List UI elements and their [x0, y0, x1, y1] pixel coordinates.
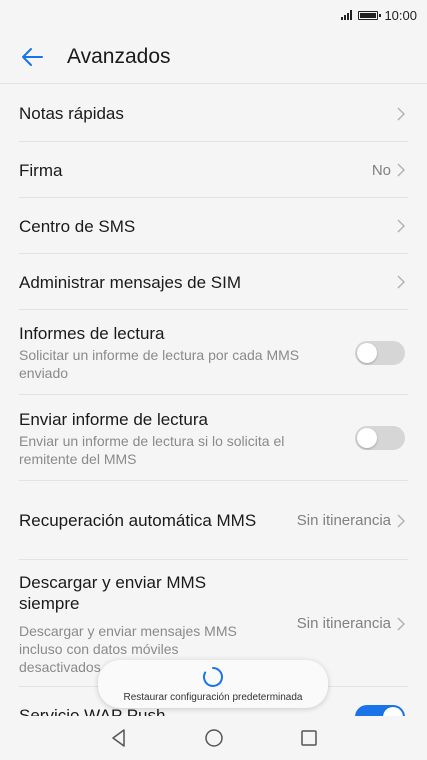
chevron-right-icon: [397, 275, 405, 289]
setting-title: Centro de SMS: [19, 216, 136, 236]
chevron-right-icon: [397, 514, 405, 527]
setting-recuperacion-mms[interactable]: Recuperación automática MMS Sin itineran…: [0, 481, 427, 560]
informes-lectura-toggle[interactable]: [355, 340, 405, 365]
setting-enviar-informe[interactable]: Enviar informe de lectura Enviar un info…: [0, 395, 427, 481]
setting-value: Sin itinerancia: [296, 512, 391, 529]
navigation-bar: [0, 716, 427, 760]
setting-title: Descargar y enviar MMS siempre: [19, 572, 207, 613]
chevron-right-icon: [397, 107, 405, 120]
arrow-left-icon[interactable]: [20, 45, 44, 69]
settings-list: Notas rápidas Firma No Centro de SMS Adm…: [0, 85, 427, 747]
setting-title: Enviar informe de lectura: [19, 409, 208, 429]
page-title: Avanzados: [67, 44, 171, 68]
setting-centro-sms[interactable]: Centro de SMS: [0, 198, 427, 254]
status-bar: 10:00: [0, 0, 427, 30]
chevron-right-icon: [397, 219, 405, 233]
screen: 10:00 Avanzados Notas rápidas Firma No C…: [0, 0, 427, 760]
setting-subtitle: Enviar un informe de lectura si lo solic…: [19, 432, 285, 467]
setting-informes-lectura[interactable]: Informes de lectura Solicitar un informe…: [0, 310, 427, 395]
setting-value: No: [371, 161, 391, 179]
signal-icon: [341, 10, 353, 20]
chevron-right-icon: [397, 617, 405, 630]
setting-subtitle: Solicitar un informe de lectura por cada…: [19, 347, 300, 381]
battery-icon: [358, 10, 382, 20]
chevron-right-icon: [397, 163, 405, 177]
app-bar: Avanzados: [0, 30, 427, 84]
setting-value: Sin itinerancia: [296, 615, 391, 632]
setting-title: Recuperación automática MMS: [19, 511, 257, 530]
setting-title: Firma: [19, 160, 63, 180]
loading-spinner-icon: [203, 666, 223, 687]
status-time: 10:00: [384, 7, 417, 23]
setting-title: Informes de lectura: [19, 324, 165, 343]
enviar-informe-toggle[interactable]: [355, 426, 405, 450]
back-triangle-icon[interactable]: [109, 728, 129, 748]
recents-square-icon[interactable]: [299, 728, 319, 748]
setting-notas-rapidas[interactable]: Notas rápidas: [0, 85, 427, 142]
setting-title: Notas rápidas: [19, 104, 124, 123]
toast-text: Restaurar configuración predeterminada: [123, 691, 303, 703]
home-circle-icon[interactable]: [204, 728, 224, 748]
setting-title: Administrar mensajes de SIM: [19, 272, 242, 292]
toggle-knob: [357, 428, 377, 448]
setting-administrar-sim[interactable]: Administrar mensajes de SIM: [0, 254, 427, 310]
toggle-knob: [357, 342, 377, 363]
setting-firma[interactable]: Firma No: [0, 142, 427, 198]
restore-toast: Restaurar configuración predeterminada: [98, 660, 328, 708]
